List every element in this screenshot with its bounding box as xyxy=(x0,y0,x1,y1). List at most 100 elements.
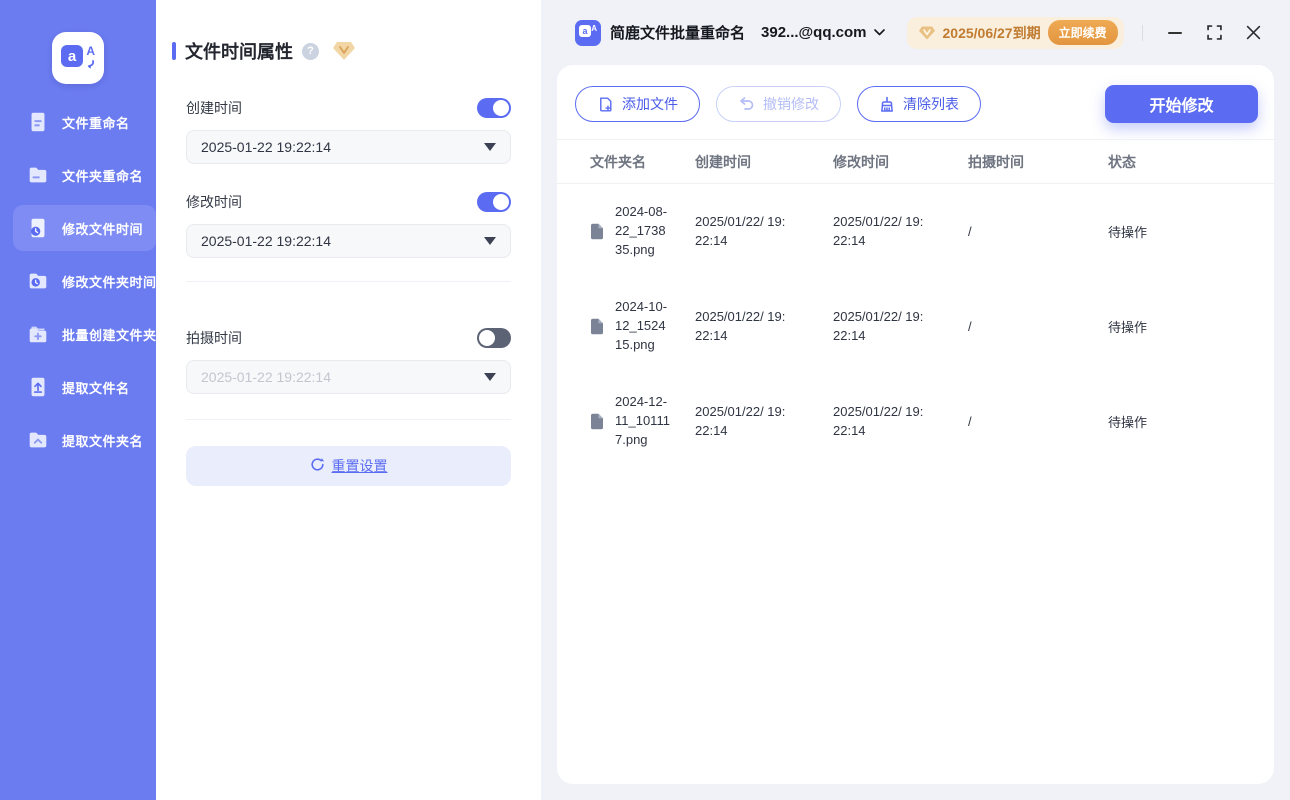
sidebar-item-modify-file-time[interactable]: 修改文件时间 xyxy=(13,205,156,251)
file-list-card: 添加文件 撤销修改 清除列表 开始修改 文件夹名 创建时间 修改时间 拍摄时间 … xyxy=(557,65,1274,784)
creation-time-dropdown[interactable]: 2025-01-22 19:22:14 xyxy=(186,130,511,164)
logo-arrow-icon xyxy=(83,56,95,74)
sidebar-item-modify-folder-time[interactable]: 修改文件夹时间 xyxy=(0,258,156,304)
app-title: 简鹿文件批量重命名 xyxy=(610,25,746,42)
logo-letter-a: a xyxy=(61,45,83,67)
created-time: 2025/01/22/ 19:22:14 xyxy=(695,308,786,343)
sidebar-item-batch-create-folder[interactable]: 批量创建文件夹 xyxy=(0,311,156,357)
toggle-knob xyxy=(479,330,495,346)
add-file-icon xyxy=(600,96,612,112)
table-row[interactable]: 2024-10-12_152415.png 2025/01/22/ 19:22:… xyxy=(557,279,1274,374)
vip-diamond-icon[interactable] xyxy=(332,40,356,62)
help-icon[interactable]: ? xyxy=(302,42,319,60)
column-header-status: 状态 xyxy=(1108,153,1136,170)
sidebar-item-extract-filename[interactable]: 提取文件名 xyxy=(0,364,156,410)
folder-time-icon xyxy=(25,268,51,294)
undo-label: 撤销修改 xyxy=(763,96,819,112)
modified-time: 2025/01/22/ 19:22:14 xyxy=(833,213,924,248)
clear-list-label: 清除列表 xyxy=(903,96,959,112)
start-modify-button[interactable]: 开始修改 xyxy=(1105,85,1258,123)
clear-list-button[interactable]: 清除列表 xyxy=(857,86,981,122)
fullscreen-icon xyxy=(1206,25,1222,40)
broom-icon xyxy=(881,96,893,112)
created-time: 2025/01/22/ 19:22:14 xyxy=(695,403,786,438)
file-icon xyxy=(591,318,603,335)
file-icon xyxy=(591,223,603,240)
reset-settings-label: 重置设置 xyxy=(331,458,388,474)
modified-time-toggle[interactable] xyxy=(477,192,511,212)
toggle-knob xyxy=(493,100,509,116)
titlebar: a A 简鹿文件批量重命名 392...@qq.com 2025/06/27到期… xyxy=(541,0,1290,65)
created-time: 2025/01/22/ 19:22:14 xyxy=(695,213,786,248)
license-expiry: 2025/06/27到期 xyxy=(942,24,1041,41)
creation-time-toggle[interactable] xyxy=(477,98,511,118)
app-icon: a A xyxy=(575,19,601,46)
folder-create-icon xyxy=(25,321,51,347)
column-header-modified: 修改时间 xyxy=(833,153,889,170)
account-email: 392...@qq.com xyxy=(761,24,867,41)
divider xyxy=(186,281,511,282)
shot-time-dropdown: 2025-01-22 19:22:14 xyxy=(186,360,511,394)
file-rename-icon xyxy=(25,109,51,135)
shot-time: / xyxy=(968,224,972,239)
renew-button[interactable]: 立即续费 xyxy=(1047,20,1118,45)
shot-time: / xyxy=(968,414,972,429)
vip-diamond-icon xyxy=(918,25,935,40)
sidebar-item-folder-rename[interactable]: 文件夹重命名 xyxy=(0,152,156,198)
folder-extract-icon xyxy=(25,427,51,453)
app-icon-letter: a xyxy=(579,24,591,37)
folder-rename-icon xyxy=(25,162,51,188)
creation-time-value: 2025-01-22 19:22:14 xyxy=(201,139,331,155)
status-text: 待操作 xyxy=(1108,415,1148,430)
modified-time-dropdown[interactable]: 2025-01-22 19:22:14 xyxy=(186,224,511,258)
shot-time-toggle[interactable] xyxy=(477,328,511,348)
minimize-icon xyxy=(1168,31,1182,34)
column-header-name: 文件夹名 xyxy=(590,153,646,170)
modified-time: 2025/01/22/ 19:22:14 xyxy=(833,403,924,438)
sidebar-item-label: 批量创建文件夹 xyxy=(62,327,157,343)
file-name: 2024-08-22_173835.png xyxy=(615,204,668,257)
minimize-button[interactable] xyxy=(1166,24,1184,42)
add-files-label: 添加文件 xyxy=(622,96,678,112)
file-time-icon xyxy=(25,215,51,241)
chevron-down-icon xyxy=(873,29,885,36)
app-logo: a A xyxy=(52,32,104,84)
sidebar: a A 文件重命名 文件夹重命名 修改文件时间 修改文件夹时间 批量创建文件夹 … xyxy=(0,0,156,800)
divider xyxy=(1142,24,1143,41)
column-header-shot: 拍摄时间 xyxy=(968,153,1024,170)
status-text: 待操作 xyxy=(1108,225,1148,240)
file-icon xyxy=(591,413,603,430)
modified-time-label: 修改时间 xyxy=(186,194,242,210)
app-window: a A 文件重命名 文件夹重命名 修改文件时间 修改文件夹时间 批量创建文件夹 … xyxy=(0,0,1290,800)
table-row[interactable]: 2024-08-22_173835.png 2025/01/22/ 19:22:… xyxy=(557,184,1274,279)
close-icon xyxy=(1246,25,1260,40)
title-accent-bar xyxy=(172,42,176,60)
undo-button[interactable]: 撤销修改 xyxy=(716,86,841,122)
account-menu[interactable]: 392...@qq.com xyxy=(761,24,885,41)
chevron-down-icon xyxy=(484,143,496,151)
file-extract-icon xyxy=(25,374,51,400)
creation-time-label: 创建时间 xyxy=(186,100,242,116)
shot-time-value: 2025-01-22 19:22:14 xyxy=(201,369,331,385)
add-files-button[interactable]: 添加文件 xyxy=(575,86,700,122)
page-title: 文件时间属性 xyxy=(185,42,293,62)
sidebar-item-label: 提取文件名 xyxy=(62,380,130,396)
close-button[interactable] xyxy=(1244,24,1262,42)
sidebar-item-extract-foldername[interactable]: 提取文件夹名 xyxy=(0,417,156,463)
sidebar-item-label: 文件重命名 xyxy=(62,115,130,131)
modified-time-value: 2025-01-22 19:22:14 xyxy=(201,233,331,249)
table-header: 文件夹名 创建时间 修改时间 拍摄时间 状态 xyxy=(557,140,1274,184)
shot-time: / xyxy=(968,319,972,334)
fullscreen-button[interactable] xyxy=(1205,24,1223,42)
toggle-knob xyxy=(493,194,509,210)
window-controls xyxy=(1142,24,1262,42)
column-header-created: 创建时间 xyxy=(695,153,751,170)
chevron-down-icon xyxy=(484,373,496,381)
app-icon-letter-sub: A xyxy=(591,23,597,33)
sidebar-item-file-rename[interactable]: 文件重命名 xyxy=(0,99,156,145)
reset-settings-button[interactable]: 重置设置 xyxy=(186,446,511,486)
table-row[interactable]: 2024-12-11_101117.png 2025/01/22/ 19:22:… xyxy=(557,374,1274,469)
chevron-down-icon xyxy=(484,237,496,245)
status-text: 待操作 xyxy=(1108,320,1148,335)
sidebar-item-label: 修改文件时间 xyxy=(62,221,144,237)
